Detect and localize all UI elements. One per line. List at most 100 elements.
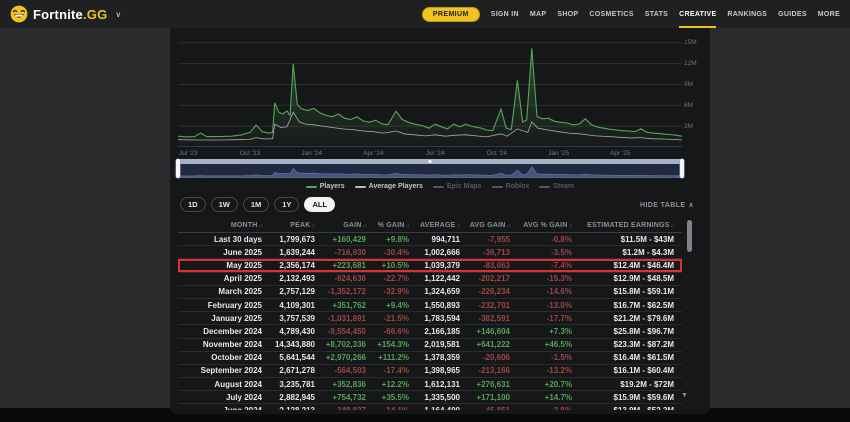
column-header-label: AVG GAIN [470,222,506,229]
cell-month: September 2024 [178,366,262,375]
nav-item-creative[interactable]: CREATIVE [679,0,716,28]
range-button-1y[interactable]: 1Y [274,197,299,212]
column-header--gain[interactable]: % GAIN↓↑ [366,222,409,229]
cell-gain: -564,503 [315,366,366,375]
cell-earnings: $12.4M - $46.4M [572,261,674,270]
table-row-august-2024[interactable]: August 20243,235,781+352,836+12.2%1,612,… [178,378,682,391]
cell-average: 1,039,379 [409,261,460,270]
nav-item-map[interactable]: MAP [530,0,546,28]
cell-avg_gain: -36,713 [460,248,510,257]
site-logo[interactable]: Fortnite.GG ∨ [10,5,121,23]
cell-avg_gain: -226,234 [460,287,510,296]
column-header-label: PEAK [290,222,310,229]
column-header-estimated-earnings[interactable]: ESTIMATED EARNINGS↓↑ [572,222,674,229]
range-button-all[interactable]: ALL [304,197,335,212]
cell-avg_gain_pct: -15.3% [510,274,572,283]
column-header-average[interactable]: AVERAGE↓↑ [409,222,460,229]
cell-gain_pct: +9.4% [366,301,409,310]
cell-gain: +223,681 [315,261,366,270]
x-axis-tick: Jan '25 [548,150,569,157]
nav-item-shop[interactable]: SHOP [557,0,578,28]
legend-item-steam[interactable]: Steam [539,183,574,190]
cell-avg_gain: +641,222 [460,340,510,349]
range-button-1d[interactable]: 1D [180,197,206,212]
scroll-down-icon[interactable]: ▼ [681,392,688,399]
navigator-left-handle[interactable] [176,159,180,178]
cell-month: June 2025 [178,248,262,257]
y-axis-tick: 15M [684,39,697,46]
premium-button[interactable]: PREMIUM [422,7,480,22]
table-row-january-2025[interactable]: January 20253,757,539-1,031,891-21.5%1,7… [178,312,682,325]
table-row-june-2025[interactable]: June 20251,639,244-716,930-30.4%1,002,66… [178,246,682,259]
table-row-may-2025[interactable]: May 20252,356,174+223,681+10.5%1,039,379… [178,259,682,272]
column-header-month[interactable]: MONTH↓↑ [178,222,262,229]
cell-gain: -624,636 [315,274,366,283]
table-row-september-2024[interactable]: September 20242,671,278-564,503-17.4%1,3… [178,365,682,378]
cell-average: 1,122,442 [409,274,460,283]
navigator-minichart[interactable] [178,164,682,178]
navigator-right-handle[interactable] [680,159,684,178]
range-button-1m[interactable]: 1M [243,197,269,212]
nav-item-cosmetics[interactable]: COSMETICS [589,0,633,28]
table-row-april-2025[interactable]: April 20252,132,493-624,636-22.7%1,122,4… [178,273,682,286]
cell-average: 1,398,965 [409,366,460,375]
range-button-1w[interactable]: 1W [211,197,238,212]
cell-peak: 1,799,673 [262,235,315,244]
cell-avg_gain: +171,100 [460,393,510,402]
table-scrollbar[interactable] [687,220,692,408]
cell-peak: 2,132,493 [262,274,315,283]
legend-item-roblox[interactable]: Roblox [492,183,530,190]
table-row-october-2024[interactable]: October 20245,641,544+2,970,266+111.2%1,… [178,352,682,365]
table-row-july-2024[interactable]: July 20242,882,945+754,732+35.5%1,335,50… [178,391,682,404]
nav-item-rankings[interactable]: RANKINGS [727,0,767,28]
cell-gain_pct: -22.7% [366,274,409,283]
table-row-june-2024[interactable]: June 20242,128,213-348,837-14.1%1,164,40… [178,404,682,410]
table-row-november-2024[interactable]: November 202414,343,880+8,702,336+154.3%… [178,339,682,352]
cell-gain: +2,970,266 [315,353,366,362]
cell-earnings: $21.2M - $79.6M [572,314,674,323]
legend-item-players[interactable]: Players [306,183,345,190]
nav-item-guides[interactable]: GUIDES [778,0,807,28]
chevron-down-icon[interactable]: ∨ [115,10,121,19]
cell-peak: 4,789,430 [262,327,315,336]
cell-peak: 2,757,129 [262,287,315,296]
hide-table-button[interactable]: HIDE TABLE ∧ [640,201,694,209]
range-buttons: 1D 1W 1M 1Y ALL [180,197,335,212]
cell-peak: 2,671,278 [262,366,315,375]
table-row-december-2024[interactable]: December 20244,789,430-9,554,450-66.6%2,… [178,325,682,338]
cell-avg_gain: +146,604 [460,327,510,336]
legend-dash [492,186,503,188]
legend-label: Steam [553,183,574,190]
nav-item-more[interactable]: MORE [818,0,840,28]
legend-item-average-players[interactable]: Average Players [355,183,423,190]
cell-gain_pct: +35.5% [366,393,409,402]
cell-earnings: $15.8M - $59.1M [572,287,674,296]
top-bar: Fortnite.GG ∨ PREMIUM SIGN IN MAP SHOP COSM… [0,0,850,28]
cell-average: 1,002,666 [409,248,460,257]
legend-label: Average Players [369,183,423,190]
column-header-avg-gain[interactable]: AVG % GAIN↓↑ [510,222,572,229]
column-header-avg-gain[interactable]: AVG GAIN↓↑ [460,222,510,229]
cell-average: 1,324,659 [409,287,460,296]
x-axis-tick: Oct '23 [240,150,260,157]
cell-peak: 1,639,244 [262,248,315,257]
players-chart[interactable] [178,33,682,147]
cell-gain_pct: +12.2% [366,380,409,389]
chevron-up-icon: ∧ [688,201,694,209]
cell-gain_pct: -32.9% [366,287,409,296]
table-row-last-30-days[interactable]: Last 30 days1,799,673+160,429+9.8%994,71… [178,233,682,246]
cell-gain: +8,702,336 [315,340,366,349]
cell-peak: 4,109,301 [262,301,315,310]
nav-item-stats[interactable]: STATS [645,0,668,28]
cell-avg_gain_pct: +7.3% [510,327,572,336]
cell-avg_gain: -45,851 [460,406,510,410]
column-header-gain[interactable]: GAIN↓↑ [315,222,366,229]
table-row-february-2025[interactable]: February 20254,109,301+351,762+9.4%1,550… [178,299,682,312]
table-scrollbar-thumb[interactable] [687,220,692,252]
cell-gain: -348,837 [315,406,366,410]
nav-item-sign-in[interactable]: SIGN IN [491,0,519,28]
column-header-peak[interactable]: PEAK↓↑ [262,222,315,229]
legend-item-epic-maps[interactable]: Epic Maps [433,183,482,190]
table-row-march-2025[interactable]: March 20252,757,129-1,352,172-32.9%1,324… [178,286,682,299]
cell-avg_gain: -83,063 [460,261,510,270]
